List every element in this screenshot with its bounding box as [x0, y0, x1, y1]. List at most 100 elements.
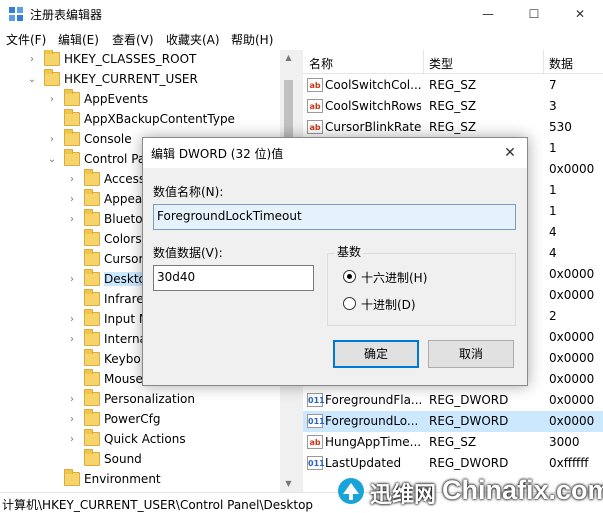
expand-chevron-icon[interactable]: ›: [66, 393, 78, 407]
value-type: REG_DWORD: [429, 456, 509, 470]
value-data-label: 数值数据(V):: [153, 246, 223, 260]
list-row[interactable]: ab CoolSwitchRows REG_SZ 3: [303, 96, 603, 117]
folder-icon: [84, 389, 100, 406]
title-bar: 注册表编辑器 — ☐ ✕: [0, 0, 603, 28]
column-name[interactable]: 名称: [309, 55, 333, 72]
value-data: 1: [549, 141, 557, 155]
tree-item-label[interactable]: HKEY_CLASSES_ROOT: [64, 52, 196, 66]
folder-icon: [84, 329, 100, 346]
tree-item-label[interactable]: Infrare: [104, 292, 144, 306]
radio-hex-button[interactable]: [343, 270, 356, 283]
expand-chevron-icon[interactable]: ›: [66, 313, 78, 327]
menu-favorites[interactable]: 收藏夹(A): [166, 31, 220, 48]
cancel-button[interactable]: 取消: [428, 340, 514, 368]
radio-hex-label[interactable]: 十六进制(H): [361, 269, 427, 286]
column-data[interactable]: 数据: [549, 55, 573, 72]
tree-item-label[interactable]: AppEvents: [84, 92, 148, 106]
list-row[interactable]: 011 ForegroundFla... REG_DWORD 0x0000: [303, 390, 603, 411]
registry-editor-icon: [9, 7, 23, 21]
window-title: 注册表编辑器: [30, 8, 103, 22]
string-value-icon: ab: [307, 435, 323, 449]
tree-item-label[interactable]: Console: [84, 132, 132, 146]
tree-item-label[interactable]: Mouse: [104, 372, 143, 386]
tree-item-label[interactable]: Colors: [104, 232, 142, 246]
expand-chevron-icon[interactable]: ›: [66, 273, 78, 287]
tree-item[interactable]: › AppEvents: [0, 89, 280, 110]
dialog-close-icon[interactable]: ✕: [499, 142, 521, 164]
close-button[interactable]: ✕: [557, 0, 603, 28]
tree-item-label[interactable]: Sound: [104, 452, 142, 466]
tree-item[interactable]: › Personalization: [0, 389, 280, 410]
tree-item-label[interactable]: Control Pa: [84, 152, 145, 166]
folder-icon: [64, 149, 80, 166]
value-data: 1: [549, 204, 557, 218]
tree-item-label[interactable]: Environment: [84, 472, 161, 486]
tree-item-label[interactable]: Keybo: [104, 352, 141, 366]
tree-item[interactable]: Environment: [0, 469, 280, 490]
value-type: REG_DWORD: [429, 393, 509, 407]
expand-chevron-icon[interactable]: ›: [46, 133, 58, 147]
value-name: LastUpdated: [325, 456, 402, 470]
value-data: 0x0000: [549, 330, 595, 344]
expand-chevron-icon[interactable]: ⌄: [26, 73, 38, 87]
tree-item[interactable]: › PowerCfg: [0, 409, 280, 430]
expand-chevron-icon[interactable]: ⌄: [46, 153, 58, 167]
list-row[interactable]: ab CursorBlinkRate REG_SZ 530: [303, 117, 603, 138]
column-type[interactable]: 类型: [429, 55, 453, 72]
tree-item[interactable]: › Quick Actions: [0, 429, 280, 450]
tree-item-label[interactable]: HKEY_CURRENT_USER: [64, 72, 198, 86]
value-name: CursorBlinkRate: [325, 120, 421, 134]
menu-help[interactable]: 帮助(H): [231, 31, 273, 48]
expand-chevron-icon[interactable]: ›: [46, 93, 58, 107]
menu-file[interactable]: 文件(F): [6, 31, 46, 48]
expand-chevron-icon[interactable]: ›: [66, 413, 78, 427]
radio-dec-button[interactable]: [343, 297, 356, 310]
tree-item-label[interactable]: Appea: [104, 192, 142, 206]
tree-item[interactable]: AppXBackupContentType: [0, 109, 280, 130]
ok-button[interactable]: 确定: [333, 340, 419, 368]
tree-item-label[interactable]: Interna: [104, 332, 147, 346]
expand-chevron-icon[interactable]: ›: [66, 173, 78, 187]
string-value-icon: ab: [307, 99, 323, 113]
value-type: REG_SZ: [429, 435, 477, 449]
maximize-button[interactable]: ☐: [511, 0, 557, 28]
expand-chevron-icon[interactable]: ›: [66, 333, 78, 347]
value-type: REG_SZ: [429, 99, 477, 113]
menu-bar: 文件(F) 编辑(E) 查看(V) 收藏夹(A) 帮助(H): [0, 28, 603, 50]
tree-item-label[interactable]: Deskto: [104, 272, 146, 286]
tree-item[interactable]: › HKEY_CLASSES_ROOT: [0, 50, 280, 70]
tree-item-label[interactable]: Quick Actions: [104, 432, 186, 446]
value-name: CoolSwitchCol...: [325, 78, 421, 92]
tree-item-label[interactable]: Access: [104, 172, 145, 186]
list-row[interactable]: 011 ForegroundLo... REG_DWORD 0x0000: [303, 411, 603, 432]
expand-chevron-icon[interactable]: ›: [26, 53, 38, 67]
list-row[interactable]: ab HungAppTime... REG_SZ 3000: [303, 432, 603, 453]
tree-item[interactable]: ⌄ HKEY_CURRENT_USER: [0, 69, 280, 90]
expand-chevron-icon[interactable]: ›: [66, 433, 78, 447]
value-data: 530: [549, 120, 572, 134]
value-data: 3: [549, 99, 557, 113]
tree-item-label[interactable]: AppXBackupContentType: [84, 112, 235, 126]
value-name-field[interactable]: ForegroundLockTimeout: [153, 204, 516, 230]
folder-icon: [44, 69, 60, 86]
value-data-field[interactable]: 30d40: [153, 265, 314, 291]
radio-dec-label[interactable]: 十进制(D): [361, 296, 416, 313]
expand-chevron-icon[interactable]: ›: [66, 193, 78, 207]
expand-chevron-icon[interactable]: ›: [66, 213, 78, 227]
folder-icon: [64, 89, 80, 106]
tree-item-label[interactable]: Cursor: [104, 252, 143, 266]
list-row[interactable]: ab CoolSwitchCol... REG_SZ 7: [303, 75, 603, 96]
scroll-up-icon[interactable]: ▲: [280, 50, 297, 66]
minimize-button[interactable]: —: [465, 0, 511, 28]
value-name: HungAppTime...: [325, 435, 421, 449]
menu-view[interactable]: 查看(V): [112, 31, 154, 48]
tree-item-label[interactable]: Personalization: [104, 392, 195, 406]
tree-item[interactable]: Sound: [0, 449, 280, 470]
folder-icon: [84, 229, 100, 246]
scroll-down-icon[interactable]: ▼: [280, 476, 297, 492]
menu-edit[interactable]: 编辑(E): [58, 31, 99, 48]
tree-item-label[interactable]: Blueto: [104, 212, 143, 226]
tree-item-label[interactable]: PowerCfg: [104, 412, 161, 426]
